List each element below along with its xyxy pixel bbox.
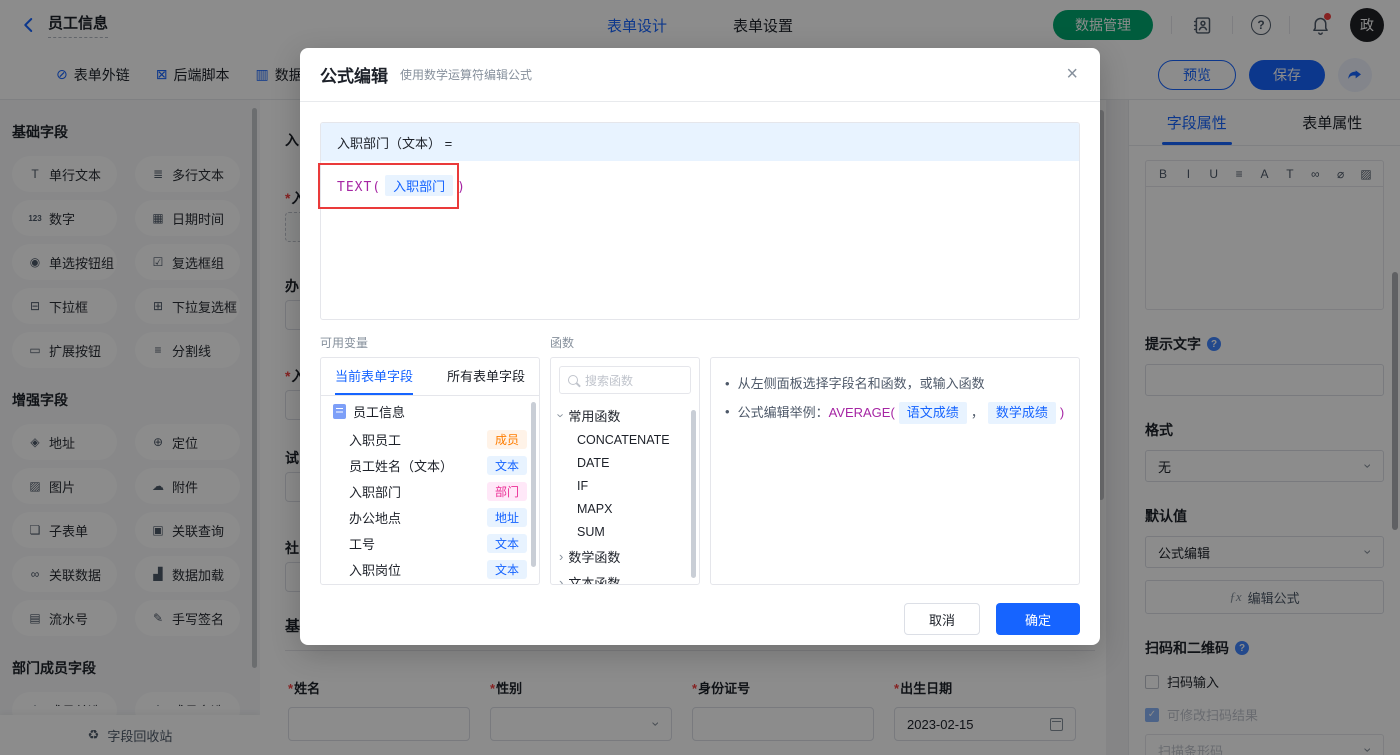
variables-tabs: 当前表单字段 所有表单字段 (321, 358, 539, 396)
function-group[interactable]: › 数学函数 (551, 543, 699, 569)
functions-label: 函数 (550, 336, 575, 350)
modal-header: 公式编辑 使用数学运算符编辑公式 × (300, 48, 1100, 102)
formula-help-panel: • 从左侧面板选择字段名和函数，或输入函数 • 公式编辑举例：AVERAGE(语… (710, 357, 1080, 585)
variables-label: 可用变量 (320, 336, 369, 350)
variable-row[interactable]: 工号 文本 (321, 530, 539, 556)
formula-editor-modal: 公式编辑 使用数学运算符编辑公式 × 入职部门（文本） = TEXT(入职部门)… (300, 48, 1100, 645)
bullet: • (725, 376, 730, 391)
variables-scrollbar[interactable] (531, 402, 536, 567)
chevron-right-icon: › (553, 412, 569, 418)
function-item[interactable]: SUM (551, 520, 699, 543)
variable-type-badge: 地址 (486, 507, 527, 527)
variable-row[interactable]: 入职部门 部门 (321, 478, 539, 504)
modal-subtitle: 使用数学运算符编辑公式 (400, 68, 533, 82)
modal-title: 公式编辑 (320, 67, 388, 86)
function-item[interactable]: MAPX (551, 497, 699, 520)
variable-label: 办公地点 (349, 510, 402, 526)
search-icon (568, 375, 578, 385)
functions-scrollbar[interactable] (691, 410, 696, 578)
modal-panels: 当前表单字段 所有表单字段 员工信息 入职员工 成员 员工姓名（文本） 文本 入职部门部… (320, 357, 1080, 585)
formula-editor-box: 入职部门（文本） = TEXT(入职部门) (320, 122, 1080, 320)
search-placeholder: 搜索函数 (585, 373, 634, 388)
bullet: • (725, 404, 730, 419)
function-item[interactable]: IF (551, 474, 699, 497)
function-group[interactable]: › 文本函数 (551, 569, 699, 585)
functions-list: › 常用函数 CONCATENATE DATE IF MAPX SUM › 数学函数 › 文本函数 (551, 402, 699, 585)
variable-row[interactable]: 员工姓名（文本） 文本 (321, 452, 539, 478)
variable-type-badge: 成员 (486, 429, 527, 449)
help-tip-1: • 从左侧面板选择字段名和函数，或输入函数 (725, 374, 1065, 394)
variables-tree-root[interactable]: 员工信息 (321, 396, 539, 426)
panel-section-labels: 可用变量 函数 (320, 334, 1080, 351)
variable-type-badge: 部门 (486, 481, 527, 501)
variable-label: 工号 (349, 536, 376, 552)
function-group-label: 常用函数 (568, 408, 621, 424)
variable-type-badge: 文本 (486, 533, 527, 553)
chevron-right-icon: › (559, 548, 564, 564)
function-group[interactable]: › 常用函数 (551, 402, 699, 428)
modal-footer: 取消 确定 (320, 603, 1080, 635)
form-doc-icon (333, 403, 346, 419)
variable-label: 入职部门 (349, 484, 402, 500)
variable-row[interactable]: 入职岗位 文本 (321, 556, 539, 582)
app-root: 员工信息 表单设计 表单设置 数据管理 ? 政 ⊘ 表单外链 ⊠ 后端脚本 ▥ 数据权 预… (0, 0, 1400, 755)
tree-root-label: 员工信息 (353, 404, 406, 420)
variable-row[interactable]: 办公地点 地址 (321, 504, 539, 530)
function-search[interactable]: 搜索函数 (559, 366, 691, 394)
tab-current-form-fields[interactable]: 当前表单字段 (335, 358, 414, 395)
variable-row[interactable]: 入职员工 成员 (321, 426, 539, 452)
variable-label: 入职岗位 (349, 562, 402, 578)
variables-list: 入职员工 成员 员工姓名（文本） 文本 入职部门 部门 办公地点 地址 工号 文本 入职岗位 文本 (321, 426, 539, 582)
function-item[interactable]: DATE (551, 451, 699, 474)
function-item[interactable]: CONCATENATE (551, 428, 699, 451)
functions-panel: 搜索函数 › 常用函数 CONCATENATE DATE IF MAPX SUM › 数学函数 ›… (550, 357, 700, 585)
variables-panel: 当前表单字段 所有表单字段 员工信息 入职员工 成员 员工姓名（文本） 文本 入职部门部… (320, 357, 540, 585)
variable-label: 员工姓名（文本） (349, 458, 454, 474)
close-icon[interactable]: × (1066, 64, 1078, 84)
variable-label: 入职员工 (349, 432, 402, 448)
cancel-button[interactable]: 取消 (904, 603, 980, 635)
variable-type-badge: 文本 (486, 559, 527, 579)
variable-type-badge: 文本 (486, 455, 527, 475)
tab-all-form-fields[interactable]: 所有表单字段 (447, 358, 525, 395)
help-tip-2: • 公式编辑举例：AVERAGE(语文成绩，数学成绩) (725, 402, 1065, 424)
formula-target: 入职部门（文本） = (321, 123, 1079, 161)
function-group-label: 数学函数 (568, 549, 621, 565)
chevron-right-icon: › (559, 574, 564, 585)
confirm-button[interactable]: 确定 (996, 603, 1080, 635)
annotation-red-box (318, 163, 459, 209)
function-group-label: 文本函数 (568, 575, 621, 585)
